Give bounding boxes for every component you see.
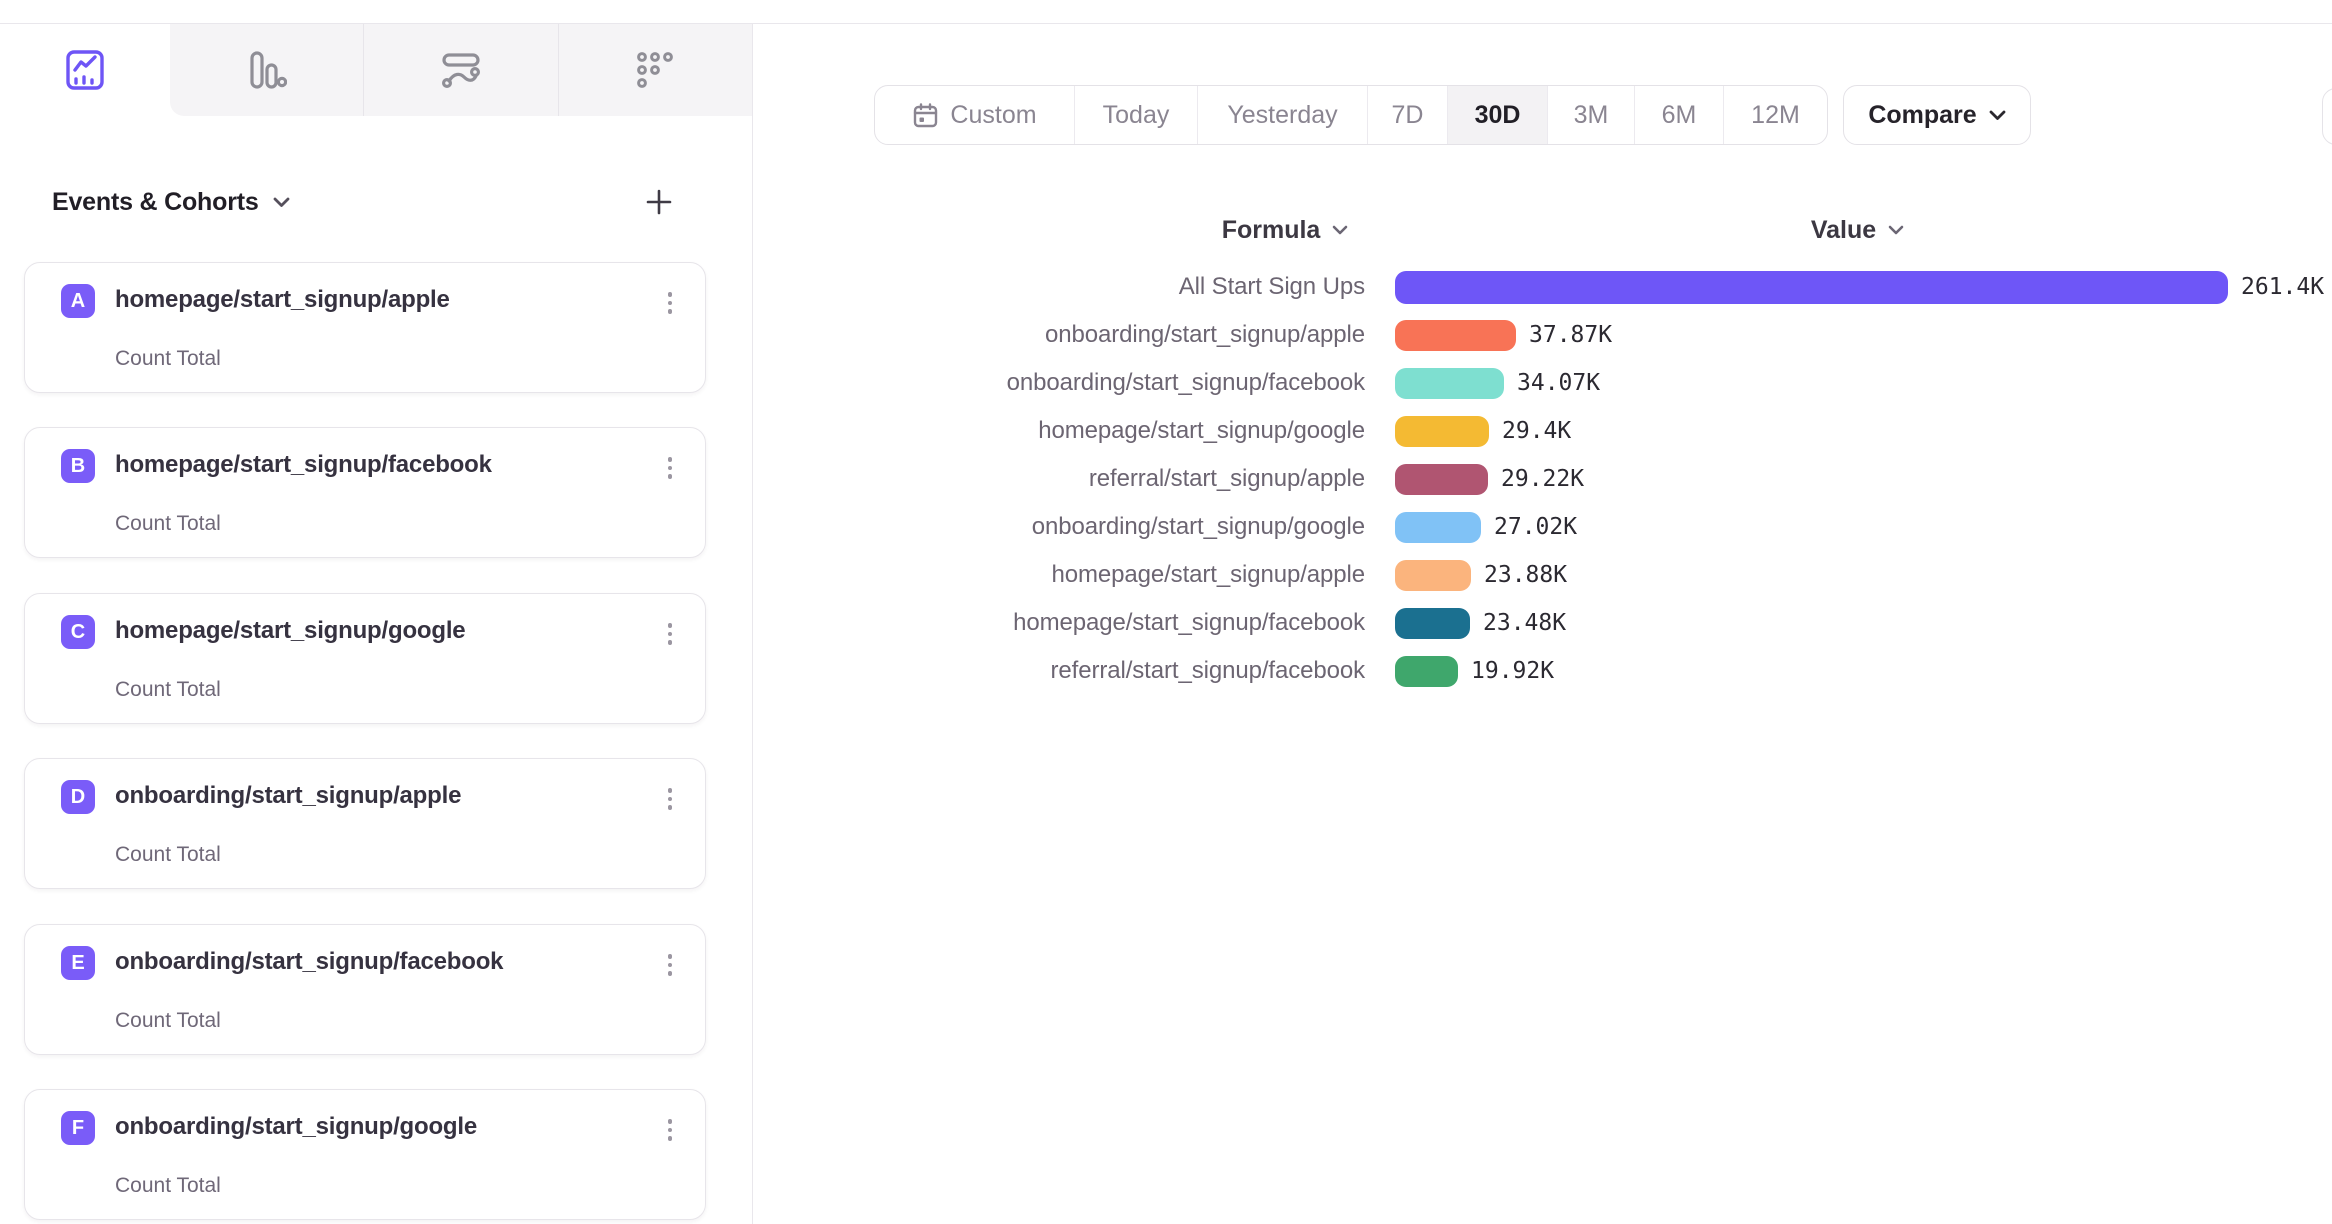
event-badge-d: D bbox=[61, 780, 95, 814]
series-label: All Start Sign Ups bbox=[0, 273, 1365, 301]
tab-insights-active[interactable] bbox=[0, 24, 170, 116]
series-value: 261.4K bbox=[2241, 274, 2324, 300]
series-label: homepage/start_signup/facebook bbox=[0, 609, 1365, 637]
series-bar[interactable] bbox=[1395, 416, 1489, 447]
series-bar[interactable] bbox=[1395, 512, 1481, 543]
bar-chart: All Start Sign Ups 261.4K onboarding/sta… bbox=[0, 263, 2332, 695]
series-bar[interactable] bbox=[1395, 656, 1458, 687]
event-metric[interactable]: Count Total bbox=[115, 1174, 221, 1198]
series-bar[interactable] bbox=[1395, 608, 1470, 639]
chevron-down-icon bbox=[1888, 225, 1904, 235]
events-cohorts-title: Events & Cohorts bbox=[52, 188, 259, 217]
event-name: onboarding/start_signup/apple bbox=[115, 782, 461, 810]
event-badge-e: E bbox=[61, 946, 95, 980]
range-6m[interactable]: 6M bbox=[1634, 86, 1723, 144]
series-bar[interactable] bbox=[1395, 368, 1504, 399]
events-cohorts-dropdown[interactable]: Events & Cohorts bbox=[52, 188, 290, 217]
range-yesterday[interactable]: Yesterday bbox=[1197, 86, 1367, 144]
series-label: onboarding/start_signup/google bbox=[0, 513, 1365, 541]
retention-grid-icon bbox=[636, 51, 674, 89]
chart-row: homepage/start_signup/google 29.4K bbox=[0, 407, 2332, 455]
tab-bar-chart[interactable] bbox=[170, 24, 363, 116]
chevron-down-icon bbox=[1989, 110, 2006, 121]
chart-row: referral/start_signup/facebook 19.92K bbox=[0, 647, 2332, 695]
chart-row: homepage/start_signup/facebook 23.48K bbox=[0, 599, 2332, 647]
event-name: onboarding/start_signup/facebook bbox=[115, 948, 503, 976]
series-value: 34.07K bbox=[1517, 370, 1600, 396]
series-value: 27.02K bbox=[1494, 514, 1577, 540]
range-label: Custom bbox=[950, 101, 1036, 130]
chevron-down-icon bbox=[1332, 225, 1348, 235]
range-7d[interactable]: 7D bbox=[1367, 86, 1447, 144]
chart-row: referral/start_signup/apple 29.22K bbox=[0, 455, 2332, 503]
chevron-down-icon bbox=[273, 197, 290, 208]
range-3m[interactable]: 3M bbox=[1547, 86, 1634, 144]
flows-icon bbox=[441, 50, 481, 90]
series-value: 29.4K bbox=[1502, 418, 1571, 444]
range-today[interactable]: Today bbox=[1074, 86, 1197, 144]
event-card-f[interactable]: F onboarding/start_signup/google Count T… bbox=[24, 1089, 706, 1220]
compare-label: Compare bbox=[1868, 101, 1976, 130]
series-label: homepage/start_signup/apple bbox=[0, 561, 1365, 589]
range-30d-selected[interactable]: 30D bbox=[1447, 86, 1547, 144]
series-bar[interactable] bbox=[1395, 560, 1471, 591]
series-bar[interactable] bbox=[1395, 320, 1516, 351]
chart-row: onboarding/start_signup/apple 37.87K bbox=[0, 311, 2332, 359]
event-card-e[interactable]: E onboarding/start_signup/facebook Count… bbox=[24, 924, 706, 1055]
series-value: 23.48K bbox=[1483, 610, 1566, 636]
event-badge-f: F bbox=[61, 1111, 95, 1145]
chart-row: onboarding/start_signup/facebook 34.07K bbox=[0, 359, 2332, 407]
value-column-header[interactable]: Value bbox=[1745, 214, 1970, 246]
range-label: 12M bbox=[1751, 101, 1800, 130]
chart-row: onboarding/start_signup/google 27.02K bbox=[0, 503, 2332, 551]
event-card-d[interactable]: D onboarding/start_signup/apple Count To… bbox=[24, 758, 706, 889]
insights-line-chart-icon bbox=[65, 49, 105, 91]
kebab-menu-icon[interactable] bbox=[659, 949, 681, 981]
add-event-button[interactable] bbox=[644, 187, 674, 217]
series-label: onboarding/start_signup/apple bbox=[0, 321, 1365, 349]
series-value: 37.87K bbox=[1529, 322, 1612, 348]
events-cohorts-header: Events & Cohorts bbox=[52, 184, 674, 220]
event-metric[interactable]: Count Total bbox=[115, 1009, 221, 1033]
kebab-menu-icon[interactable] bbox=[659, 783, 681, 815]
tab-retention[interactable] bbox=[558, 24, 752, 116]
range-12m[interactable]: 12M bbox=[1723, 86, 1827, 144]
range-custom[interactable]: Custom bbox=[875, 86, 1074, 144]
series-bar[interactable] bbox=[1395, 271, 2228, 304]
bar-chart-icon bbox=[247, 50, 287, 90]
series-label: referral/start_signup/facebook bbox=[0, 657, 1365, 685]
date-range-control: Custom Today Yesterday 7D 30D 3M 6M 12M bbox=[874, 85, 1828, 145]
chart-row: homepage/start_signup/apple 23.88K bbox=[0, 551, 2332, 599]
range-label: 7D bbox=[1392, 101, 1424, 130]
series-label: homepage/start_signup/google bbox=[0, 417, 1365, 445]
event-name: onboarding/start_signup/google bbox=[115, 1113, 477, 1141]
clipped-edge-button[interactable] bbox=[2322, 88, 2332, 145]
formula-column-header[interactable]: Formula bbox=[1175, 214, 1395, 246]
series-label: referral/start_signup/apple bbox=[0, 465, 1365, 493]
series-value: 23.88K bbox=[1484, 562, 1567, 588]
calendar-icon bbox=[912, 102, 939, 129]
chart-type-tab-strip bbox=[170, 24, 752, 116]
formula-header-label: Formula bbox=[1222, 216, 1321, 245]
range-label: 30D bbox=[1475, 101, 1521, 130]
series-label: onboarding/start_signup/facebook bbox=[0, 369, 1365, 397]
event-metric[interactable]: Count Total bbox=[115, 843, 221, 867]
compare-button[interactable]: Compare bbox=[1843, 85, 2031, 145]
chart-row: All Start Sign Ups 261.4K bbox=[0, 263, 2332, 311]
value-header-label: Value bbox=[1811, 216, 1876, 245]
kebab-menu-icon[interactable] bbox=[659, 1114, 681, 1146]
tab-flows[interactable] bbox=[363, 24, 557, 116]
series-bar[interactable] bbox=[1395, 464, 1488, 495]
range-label: 3M bbox=[1574, 101, 1609, 130]
range-label: Today bbox=[1103, 101, 1170, 130]
app-window: Events & Cohorts A homepage/start_signup… bbox=[0, 0, 2332, 1224]
series-value: 19.92K bbox=[1471, 658, 1554, 684]
series-value: 29.22K bbox=[1501, 466, 1584, 492]
range-label: Yesterday bbox=[1227, 101, 1337, 130]
range-label: 6M bbox=[1662, 101, 1697, 130]
